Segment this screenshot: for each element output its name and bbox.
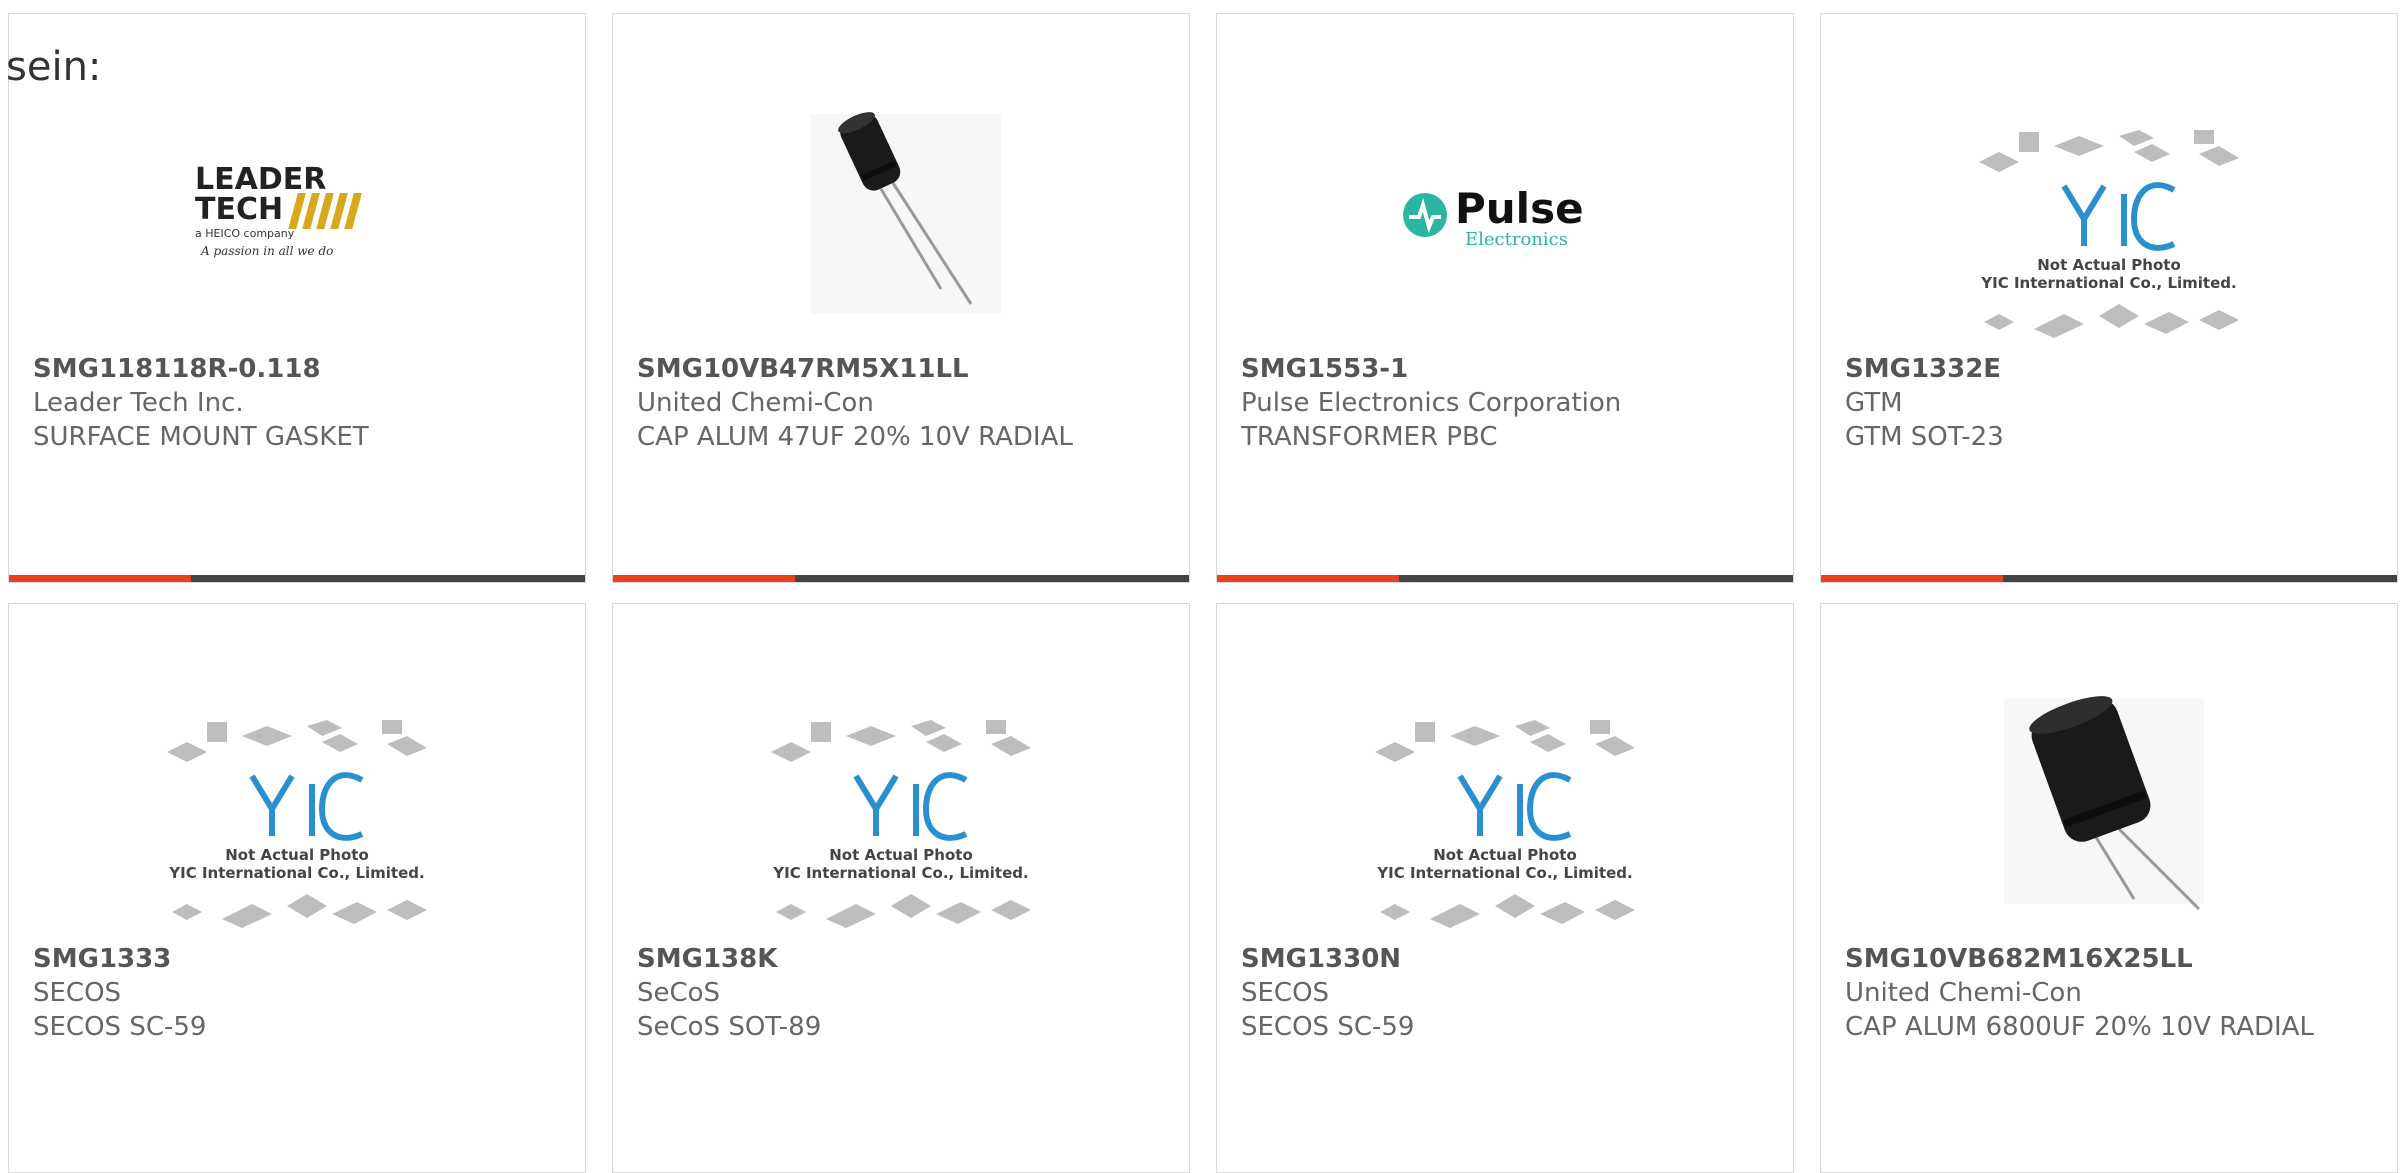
manufacturer: SECOS [33,978,122,1008]
part-number[interactable]: SMG118118R-0.118 [33,352,561,386]
part-number[interactable]: SMG138K [637,942,1165,976]
logo-text: TECH [195,192,283,227]
product-card[interactable]: Pulse Electronics SMG1553-1 Pulse Electr… [1216,13,1794,583]
product-info: SMG138K SeCoS SeCoS SOT-89 [637,942,1165,1044]
yic-placeholder-image: Not Actual Photo YIC International Co., … [167,720,427,928]
part-number[interactable]: SMG1553-1 [1241,352,1769,386]
description: SURFACE MOUNT GASKET [33,422,369,452]
product-image [613,74,1189,354]
product-image [1821,664,2397,944]
product-card[interactable]: Not Actual Photo YIC International Co., … [1216,603,1794,1173]
description: TRANSFORMER PBC [1241,422,1498,452]
manufacturer: GTM [1845,388,1903,418]
intro-text: sein: [6,44,102,90]
product-card[interactable]: Not Actual Photo YIC International Co., … [612,603,1190,1173]
placeholder-caption: Not Actual Photo [225,846,369,864]
description: SeCoS SOT-89 [637,1012,822,1042]
description: SECOS SC-59 [33,1012,207,1042]
product-card[interactable]: SMG10VB682M16X25LL United Chemi-Con CAP … [1820,603,2398,1173]
product-image: Not Actual Photo YIC International Co., … [9,694,585,974]
part-number[interactable]: SMG10VB682M16X25LL [1845,942,2373,976]
manufacturer: United Chemi-Con [637,388,874,418]
card-bottom-bar [1821,575,2397,582]
placeholder-caption: Not Actual Photo [2037,256,2181,274]
capacitor-small-photo [811,112,1001,314]
logo-text: A passion in all we do [200,244,333,258]
product-info: SMG1330N SECOS SECOS SC-59 [1241,942,1769,1044]
product-image: LEADER TECH a HEICO company A passion in… [9,74,585,354]
placeholder-caption: YIC International Co., Limited. [772,864,1028,882]
product-info: SMG1553-1 Pulse Electronics Corporation … [1241,352,1769,454]
description: SECOS SC-59 [1241,1012,1415,1042]
product-card[interactable]: Not Actual Photo YIC International Co., … [1820,13,2398,583]
product-info: SMG118118R-0.118 Leader Tech Inc. SURFAC… [33,352,561,454]
product-image: Not Actual Photo YIC International Co., … [1217,694,1793,974]
placeholder-caption: YIC International Co., Limited. [1376,864,1632,882]
manufacturer: United Chemi-Con [1845,978,2082,1008]
description: CAP ALUM 47UF 20% 10V RADIAL [637,422,1073,452]
placeholder-caption: YIC International Co., Limited. [1980,274,2236,292]
card-bottom-bar [613,575,1189,582]
card-accent [613,575,795,582]
description: CAP ALUM 6800UF 20% 10V RADIAL [1845,1012,2314,1042]
capacitor-large-photo [2004,696,2204,911]
manufacturer: Leader Tech Inc. [33,388,244,418]
part-number[interactable]: SMG1332E [1845,352,2373,386]
card-accent [1821,575,2003,582]
leader-tech-logo: LEADER TECH a HEICO company A passion in… [195,162,362,258]
yic-placeholder-image: Not Actual Photo YIC International Co., … [1375,720,1635,928]
product-image: Not Actual Photo YIC International Co., … [1821,104,2397,384]
card-bottom-bar [9,575,585,582]
product-info: SMG1332E GTM GTM SOT-23 [1845,352,2373,454]
product-image: Not Actual Photo YIC International Co., … [613,694,1189,974]
product-info: SMG10VB682M16X25LL United Chemi-Con CAP … [1845,942,2373,1044]
manufacturer: Pulse Electronics Corporation [1241,388,1622,418]
yic-placeholder-image: Not Actual Photo YIC International Co., … [771,720,1031,928]
pulse-electronics-logo: Pulse Electronics [1403,184,1584,250]
card-accent [1217,575,1399,582]
logo-text: Electronics [1465,229,1568,250]
card-bottom-bar [1217,575,1793,582]
product-info: SMG10VB47RM5X11LL United Chemi-Con CAP A… [637,352,1165,454]
product-grid: LEADER TECH a HEICO company A passion in… [0,0,2400,1173]
part-number[interactable]: SMG1330N [1241,942,1769,976]
logo-text: Pulse [1455,184,1584,233]
manufacturer: SeCoS [637,978,721,1008]
yic-placeholder-image: Not Actual Photo YIC International Co., … [1979,130,2239,338]
product-card[interactable]: Not Actual Photo YIC International Co., … [8,603,586,1173]
description: GTM SOT-23 [1845,422,2004,452]
logo-text: a HEICO company [195,227,295,240]
card-accent [9,575,191,582]
product-card[interactable]: SMG10VB47RM5X11LL United Chemi-Con CAP A… [612,13,1190,583]
product-info: SMG1333 SECOS SECOS SC-59 [33,942,561,1044]
part-number[interactable]: SMG1333 [33,942,561,976]
product-image: Pulse Electronics [1217,74,1793,354]
manufacturer: SECOS [1241,978,1330,1008]
placeholder-caption: Not Actual Photo [829,846,973,864]
product-card[interactable]: LEADER TECH a HEICO company A passion in… [8,13,586,583]
placeholder-caption: Not Actual Photo [1433,846,1577,864]
placeholder-caption: YIC International Co., Limited. [168,864,424,882]
part-number[interactable]: SMG10VB47RM5X11LL [637,352,1165,386]
